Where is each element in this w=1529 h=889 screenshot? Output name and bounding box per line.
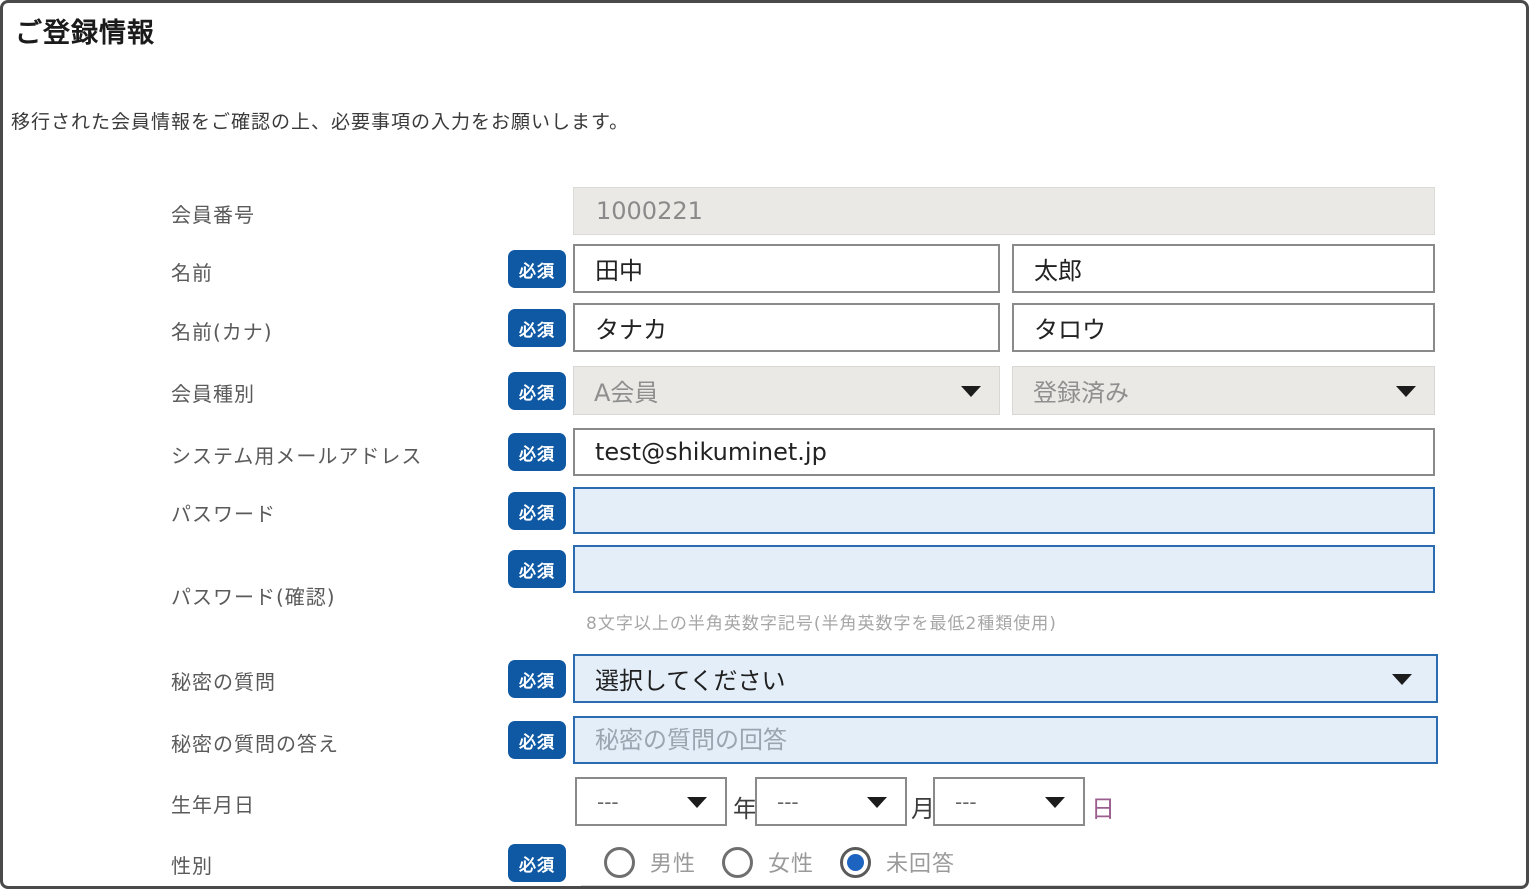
- chevron-down-icon: [1392, 674, 1412, 685]
- next-element-top-edge: [581, 885, 1526, 889]
- last-name-kana-input[interactable]: [573, 303, 1000, 352]
- day-unit: 日: [1091, 789, 1115, 824]
- secret-question-label: 秘密の質問: [171, 666, 276, 695]
- gender-option-label: 男性: [650, 846, 696, 878]
- required-badge: 必須: [508, 250, 566, 288]
- required-badge: 必須: [508, 372, 566, 410]
- password-label: パスワード: [171, 498, 276, 527]
- required-badge: 必須: [508, 309, 566, 347]
- first-name-input[interactable]: [1012, 244, 1435, 293]
- password-hint: 8文字以上の半角英数字記号(半角英数字を最低2種類使用): [586, 609, 1057, 634]
- chevron-down-icon: [961, 386, 981, 397]
- chevron-down-icon: [867, 797, 887, 808]
- gender-option-label: 女性: [768, 846, 814, 878]
- member-type-status-select: 登録済み: [1012, 366, 1435, 415]
- member-type-label: 会員種別: [171, 378, 255, 407]
- gender-option-female[interactable]: 女性: [722, 843, 814, 881]
- birth-year-select[interactable]: ---: [575, 777, 727, 826]
- member-number-label: 会員番号: [171, 199, 255, 228]
- password-input[interactable]: [573, 487, 1435, 534]
- member-number-field: 1000221: [573, 187, 1435, 235]
- required-badge: 必須: [508, 492, 566, 530]
- radio-icon[interactable]: [840, 847, 871, 878]
- birth-day-value: ---: [955, 790, 977, 814]
- registration-form-page: ご登録情報 移行された会員情報をご確認の上、必要事項の入力をお願いします。 会員…: [0, 0, 1529, 889]
- birth-year-value: ---: [597, 790, 619, 814]
- year-unit: 年: [733, 789, 757, 824]
- secret-answer-label: 秘密の質問の答え: [171, 728, 339, 757]
- chevron-down-icon: [1045, 797, 1065, 808]
- member-number-value: 1000221: [596, 197, 703, 225]
- first-name-kana-input[interactable]: [1012, 303, 1435, 352]
- page-title: ご登録情報: [15, 11, 155, 50]
- required-badge: 必須: [508, 550, 566, 588]
- month-unit: 月: [911, 789, 935, 824]
- required-badge: 必須: [508, 844, 566, 882]
- secret-answer-input[interactable]: [573, 716, 1438, 764]
- required-badge: 必須: [508, 721, 566, 759]
- birth-date-label: 生年月日: [171, 789, 255, 818]
- password-confirm-label: パスワード(確認): [171, 581, 336, 610]
- radio-icon[interactable]: [722, 847, 753, 878]
- password-confirm-input[interactable]: [573, 545, 1435, 593]
- member-type-status-value: 登録済み: [1033, 373, 1129, 408]
- gender-option-male[interactable]: 男性: [604, 843, 696, 881]
- secret-question-value: 選択してください: [595, 661, 786, 696]
- birth-day-select[interactable]: ---: [933, 777, 1085, 826]
- chevron-down-icon: [687, 797, 707, 808]
- system-email-label: システム用メールアドレス: [171, 440, 422, 469]
- gender-label: 性別: [171, 850, 213, 879]
- required-badge: 必須: [508, 433, 566, 471]
- gender-option-no-answer[interactable]: 未回答: [840, 843, 955, 881]
- system-email-input[interactable]: [573, 428, 1435, 476]
- required-badge: 必須: [508, 660, 566, 698]
- last-name-input[interactable]: [573, 244, 1000, 293]
- member-type-category-value: A会員: [594, 373, 658, 408]
- gender-option-label: 未回答: [886, 846, 955, 878]
- radio-icon[interactable]: [604, 847, 635, 878]
- page-subtitle: 移行された会員情報をご確認の上、必要事項の入力をお願いします。: [11, 107, 629, 134]
- secret-question-select[interactable]: 選択してください: [573, 654, 1438, 703]
- birth-month-select[interactable]: ---: [755, 777, 907, 826]
- name-label: 名前: [171, 257, 213, 286]
- member-type-category-select: A会員: [573, 366, 1000, 415]
- name-kana-label: 名前(カナ): [171, 316, 273, 345]
- chevron-down-icon: [1396, 386, 1416, 397]
- birth-month-value: ---: [777, 790, 799, 814]
